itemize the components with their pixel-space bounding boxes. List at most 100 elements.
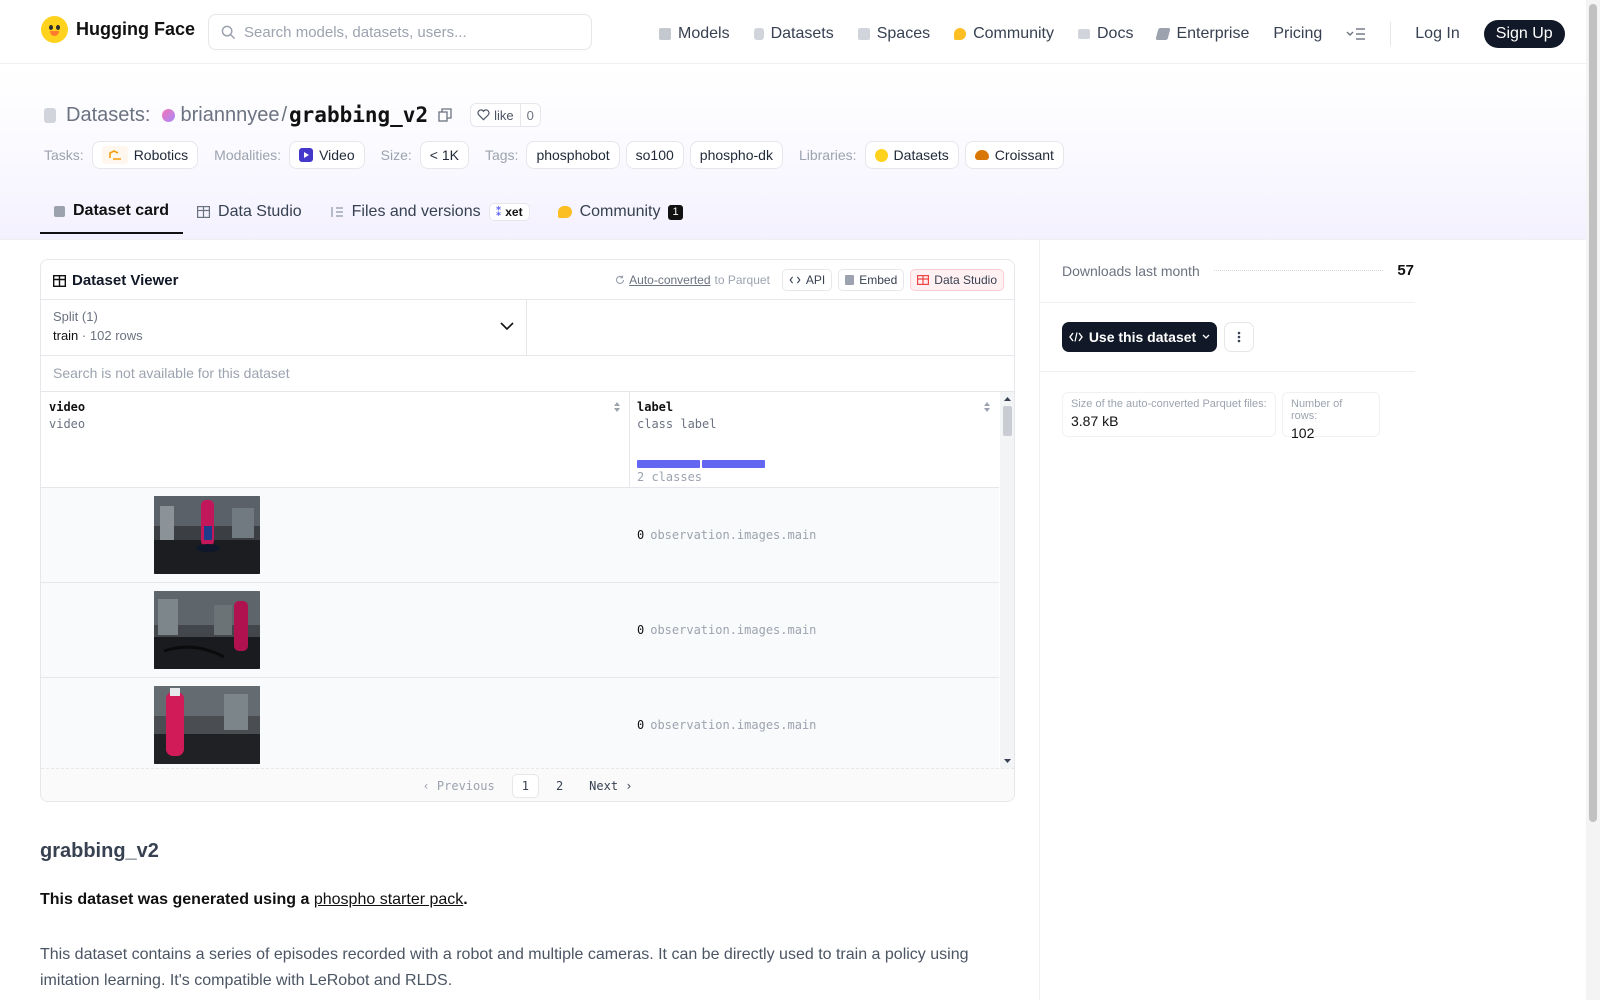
- embed-icon: [845, 275, 855, 285]
- scroll-up-icon[interactable]: [1000, 394, 1015, 404]
- sidebar-separator: [1039, 302, 1415, 303]
- nav-more-menu[interactable]: [1346, 27, 1366, 41]
- phospho-starter-pack-link[interactable]: phospho starter pack: [314, 891, 463, 908]
- croissant-icon: [974, 150, 989, 160]
- library-chip-datasets[interactable]: Datasets: [864, 141, 959, 169]
- modality-chip-video[interactable]: Video: [289, 141, 365, 169]
- brand-logo[interactable]: Hugging Face: [41, 16, 195, 43]
- login-link[interactable]: Log In: [1415, 25, 1459, 43]
- copy-icon[interactable]: [438, 108, 452, 122]
- enterprise-icon: [1155, 28, 1172, 40]
- sort-icon[interactable]: [613, 401, 621, 413]
- xet-badge: ⁑ xet: [488, 203, 530, 221]
- table-icon: [197, 206, 211, 218]
- docs-icon: [1078, 29, 1090, 39]
- repo-title: Datasets: briannnyee / grabbing_v2 like …: [44, 103, 541, 127]
- hugging-face-logo-icon: [41, 16, 68, 43]
- kebab-menu-icon: [1237, 331, 1241, 343]
- like-button[interactable]: like 0: [470, 103, 541, 127]
- tag-chip[interactable]: phosphobot: [526, 141, 620, 169]
- dataset-name[interactable]: grabbing_v2: [289, 103, 428, 127]
- table-row[interactable]: 0 observation.images.main: [41, 488, 999, 583]
- community-icon: [557, 206, 572, 218]
- table-icon: [917, 275, 930, 285]
- search-input[interactable]: [244, 23, 574, 41]
- video-thumbnail[interactable]: [154, 686, 260, 764]
- downloads-value: 57: [1397, 262, 1414, 279]
- api-button[interactable]: API: [781, 269, 833, 291]
- viewer-title: Dataset Viewer: [53, 272, 178, 289]
- video-thumbnail[interactable]: [154, 591, 260, 669]
- task-chip-robotics[interactable]: Robotics: [91, 141, 199, 169]
- column-header-label[interactable]: label class label 2 classes: [629, 392, 999, 488]
- robotics-icon: [101, 146, 128, 164]
- sidebar-divider: [1039, 240, 1040, 1000]
- tab-community[interactable]: Community 1: [544, 190, 697, 234]
- auto-converted-note[interactable]: Auto-converted to Parquet: [615, 273, 770, 287]
- hugging-face-icon: [874, 148, 888, 162]
- library-chip-croissant[interactable]: Croissant: [964, 141, 1064, 169]
- video-icon: [299, 148, 314, 162]
- page-scrollbar-thumb[interactable]: [1589, 4, 1597, 822]
- page-button[interactable]: 2: [547, 775, 572, 797]
- scroll-down-icon[interactable]: [1000, 756, 1015, 766]
- video-thumbnail[interactable]: [154, 496, 260, 574]
- nav-datasets[interactable]: Datasets: [753, 25, 834, 43]
- nav-docs[interactable]: Docs: [1078, 25, 1133, 43]
- class-distribution-bar[interactable]: [637, 460, 765, 468]
- use-this-dataset-button[interactable]: Use this dataset: [1062, 322, 1217, 352]
- owner-link[interactable]: briannnyee: [180, 104, 279, 127]
- table-header: video video label class label 2 classes: [41, 392, 999, 488]
- sidebar-separator: [1039, 371, 1415, 372]
- page-button[interactable]: 1: [511, 774, 539, 798]
- page-scrollbar[interactable]: [1586, 0, 1600, 1000]
- tab-files-and-versions[interactable]: Files and versions ⁑ xet: [316, 190, 544, 234]
- table-scrollbar[interactable]: [1000, 392, 1015, 768]
- repo-tabs: Dataset card Data Studio Files and versi…: [40, 190, 697, 236]
- search-icon: [221, 25, 236, 39]
- tag-chip[interactable]: so100: [625, 141, 684, 169]
- refresh-icon: [616, 275, 625, 285]
- downloads-label: Downloads last month: [1062, 262, 1200, 279]
- nav-spaces[interactable]: Spaces: [857, 25, 930, 43]
- owner-avatar: [162, 108, 176, 122]
- label-cell: 0 observation.images.main: [637, 528, 817, 542]
- nav-divider: [1390, 22, 1392, 46]
- global-search[interactable]: [208, 14, 592, 50]
- data-studio-button[interactable]: Data Studio: [910, 269, 1004, 291]
- datasets-icon: [753, 28, 764, 40]
- nav-pricing[interactable]: Pricing: [1273, 25, 1322, 43]
- row-count-stat: Number of rows: 102: [1282, 392, 1380, 441]
- downloads-sparkline: [1213, 270, 1384, 271]
- more-options-button[interactable]: [1224, 322, 1254, 352]
- code-icon: [1068, 332, 1083, 342]
- dataset-card-icon: [54, 205, 65, 217]
- label-cell: 0 observation.images.main: [637, 718, 817, 732]
- tab-data-studio[interactable]: Data Studio: [183, 190, 316, 234]
- menu-icon: [1346, 28, 1366, 40]
- size-label: Size:: [380, 147, 412, 163]
- tab-dataset-card[interactable]: Dataset card: [40, 190, 184, 234]
- column-header-video[interactable]: video video: [41, 392, 629, 488]
- split-selector[interactable]: Split (1) train · 102 rows: [41, 300, 527, 356]
- tag-chip[interactable]: phospho-dk: [689, 141, 783, 169]
- sort-icon[interactable]: [983, 401, 991, 413]
- table-row[interactable]: 0 observation.images.main: [41, 583, 999, 678]
- tags-label: Tags:: [484, 147, 519, 163]
- nav-community[interactable]: Community: [954, 25, 1054, 43]
- scrollbar-thumb[interactable]: [1003, 406, 1012, 436]
- nav-models[interactable]: Models: [659, 25, 730, 43]
- dataset-viewer: Dataset Viewer Auto-converted to Parquet …: [40, 259, 1015, 802]
- nav-enterprise[interactable]: Enterprise: [1155, 25, 1249, 43]
- community-icon: [954, 28, 967, 40]
- next-page-button[interactable]: Next ›: [580, 775, 641, 797]
- signup-button[interactable]: Sign Up: [1483, 20, 1565, 48]
- embed-button[interactable]: Embed: [838, 269, 905, 291]
- files-icon: [330, 207, 343, 217]
- table-row[interactable]: 0 observation.images.main: [41, 678, 999, 773]
- brand-name: Hugging Face: [76, 19, 196, 39]
- previous-page-button[interactable]: ‹ Previous: [413, 775, 503, 797]
- size-chip[interactable]: < 1K: [419, 141, 469, 169]
- modalities-label: Modalities:: [214, 147, 282, 163]
- table-icon: [53, 274, 66, 287]
